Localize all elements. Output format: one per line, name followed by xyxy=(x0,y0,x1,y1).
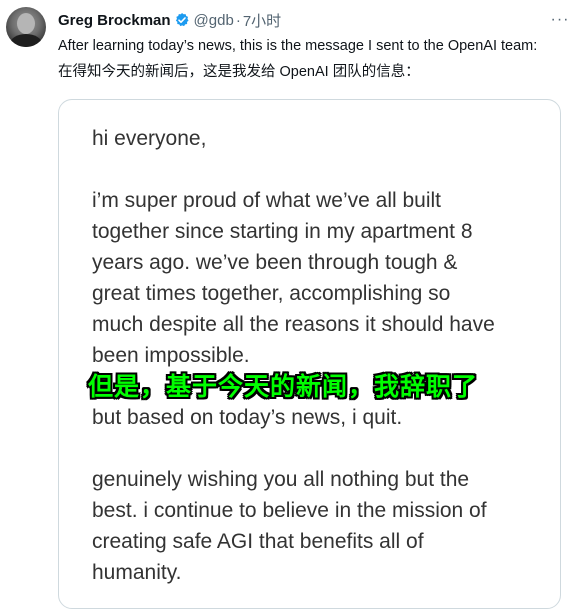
tweet-text-chinese: 在得知今天的新闻后，这是我发给 OpenAI 团队的信息： xyxy=(58,64,420,80)
message-line: years ago. we’ve been through tough & xyxy=(92,251,458,274)
chinese-caption-overlay: 但是，基于今天的新闻，我辞职了 xyxy=(88,372,479,401)
more-horizontal-icon: ··· xyxy=(550,11,570,28)
separator-dot: · xyxy=(235,11,241,29)
message-greeting: hi everyone, xyxy=(92,127,207,150)
tweet-text-english: After learning today’s news, this is the… xyxy=(58,38,538,54)
avatar[interactable] xyxy=(6,7,46,47)
message-line: i’m super proud of what we’ve all built xyxy=(92,189,442,212)
attached-image-card[interactable]: hi everyone, i’m super proud of what we’… xyxy=(58,99,561,609)
more-options-button[interactable]: ··· xyxy=(550,10,570,30)
message-line: humanity. xyxy=(92,561,182,584)
message-line: together since starting in my apartment … xyxy=(92,220,473,243)
verified-badge-icon xyxy=(174,12,190,28)
avatar-head xyxy=(17,13,35,34)
image-message-text: hi everyone, i’m super proud of what we’… xyxy=(92,123,552,588)
avatar-body xyxy=(10,34,42,47)
message-quit-line: but based on today’s news, i quit. xyxy=(92,406,403,429)
message-line: great times together, accomplishing so xyxy=(92,282,451,305)
tweet-header: Greg Brockman @gdb · 7小时 xyxy=(58,10,281,30)
tweet-time[interactable]: 7小时 xyxy=(243,10,281,31)
message-line: genuinely wishing you all nothing but th… xyxy=(92,468,470,491)
message-line: much despite all the reasons it should h… xyxy=(92,313,495,336)
author-handle[interactable]: @gdb xyxy=(194,12,234,29)
tweet-text: After learning today’s news, this is the… xyxy=(58,33,573,85)
message-line: best. i continue to believe in the missi… xyxy=(92,499,487,522)
author-name[interactable]: Greg Brockman xyxy=(58,12,171,29)
message-line: creating safe AGI that benefits all of xyxy=(92,530,424,553)
